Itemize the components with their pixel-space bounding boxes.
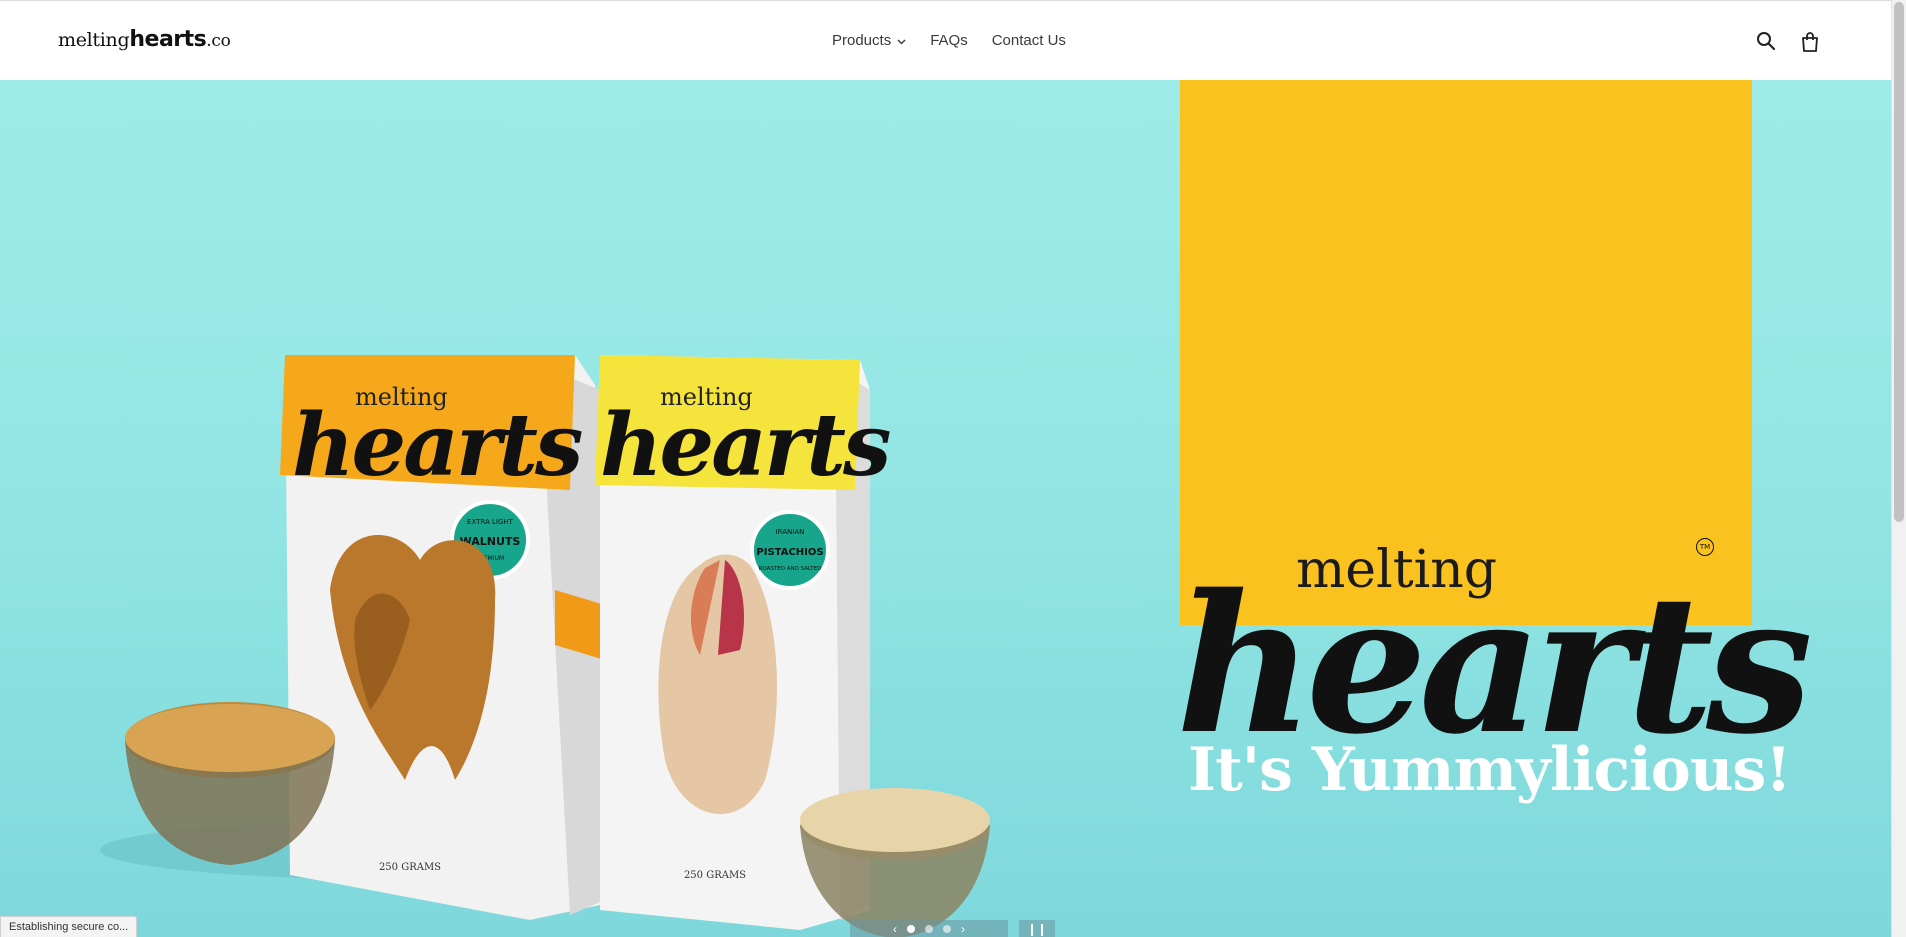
header-icons — [1756, 31, 1822, 53]
slider-pause-button[interactable]: ❙❙ — [1019, 920, 1055, 937]
hero-slideshow: melting hearts EXTRA LIGHT WALNUTS PREMI… — [0, 80, 1892, 937]
main-nav: Products FAQs Contact Us — [832, 32, 1066, 49]
trademark-icon: TM — [1696, 538, 1714, 556]
page: meltinghearts.co Products FAQs Contact U… — [0, 0, 1906, 937]
walnut-badge-top: EXTRA LIGHT — [467, 518, 514, 526]
browser-status-bubble: Establishing secure co... — [0, 916, 138, 937]
nav-faqs[interactable]: FAQs — [930, 32, 968, 49]
slider-next-button[interactable]: › — [961, 922, 965, 936]
search-icon[interactable] — [1756, 31, 1778, 53]
pistachio-badge-mid: PISTACHIOS — [756, 547, 823, 558]
slider-controls: ‹ › — [850, 920, 1008, 937]
cart-icon[interactable] — [1800, 31, 1822, 53]
pistachio-badge-bottom: ROASTED AND SALTED — [759, 566, 822, 572]
nav-products[interactable]: Products — [832, 32, 906, 49]
walnut-pack: melting hearts EXTRA LIGHT WALNUTS PREMI… — [280, 355, 605, 920]
chevron-down-icon — [897, 37, 906, 47]
product-packs-illustration: melting hearts EXTRA LIGHT WALNUTS PREMI… — [100, 355, 990, 937]
site-logo[interactable]: meltinghearts.co — [58, 27, 231, 52]
logo-regular: melting — [58, 29, 130, 51]
walnut-pack-weight: 250 GRAMS — [379, 862, 441, 873]
slider-dot-2[interactable] — [925, 924, 933, 933]
nav-products-label: Products — [832, 32, 892, 49]
hero-brand-big: hearts — [1176, 553, 1813, 776]
site-header: meltinghearts.co Products FAQs Contact U… — [0, 0, 1892, 80]
slider-prev-button[interactable]: ‹ — [893, 922, 897, 936]
hero-tagline: It's Yummylicious! — [1188, 735, 1792, 805]
slider-dot-3[interactable] — [943, 924, 951, 933]
logo-bold: hearts — [129, 27, 207, 52]
pistachio-pack-weight: 250 GRAMS — [684, 870, 746, 881]
scrollbar-thumb[interactable] — [1894, 2, 1904, 522]
page-scrollbar[interactable] — [1891, 0, 1906, 937]
logo-suffix: .co — [206, 31, 231, 51]
nav-contact-us[interactable]: Contact Us — [992, 32, 1066, 49]
pistachio-pack-brand-big: hearts — [600, 395, 890, 496]
pistachio-badge-top: IRANIAN — [776, 528, 805, 536]
slider-dot-1[interactable] — [907, 924, 915, 933]
walnut-pack-brand-big: hearts — [292, 395, 582, 496]
